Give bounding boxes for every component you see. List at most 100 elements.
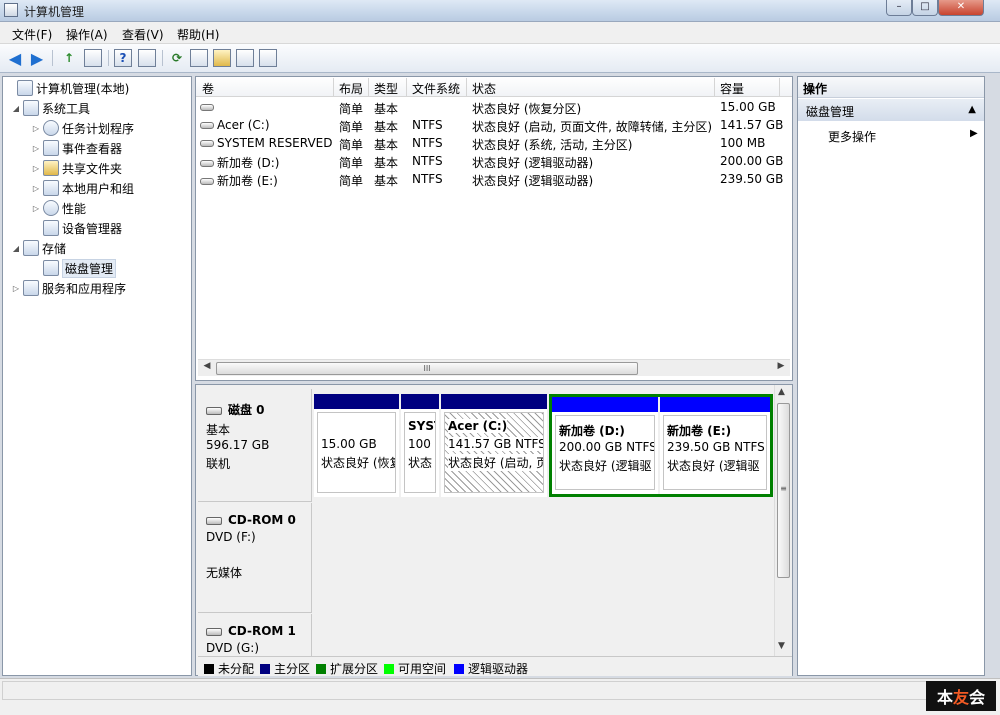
volume-row[interactable]: SYSTEM RESERVED 简单 基本 NTFS 状态良好 (系统, 活动,… xyxy=(196,134,792,152)
navigation-tree: 计算机管理(本地) ◢ 系统工具 ▷ 任务计划程序 ▷ 事件查看器 ▷ 共享文件夹 ▷ 本… xyxy=(2,76,192,676)
partition-c-drive[interactable]: Acer (C:) 141.57 GB NTFS 状态良好 (启动, 页 xyxy=(441,394,547,497)
scroll-thumb[interactable]: ≡ xyxy=(777,403,790,578)
submenu-arrow-icon: ▶ xyxy=(970,128,978,139)
more-actions[interactable]: 更多操作 ▶ xyxy=(828,128,978,145)
drive-icon xyxy=(200,160,214,167)
disk-0-label[interactable]: 磁盘 0 基本 596.17 GB 联机 xyxy=(198,389,312,502)
scroll-down-icon[interactable]: ▼ xyxy=(778,641,785,651)
storage-icon xyxy=(23,240,39,256)
tree-item-system-tools[interactable]: ◢ 系统工具 xyxy=(11,99,90,117)
menu-help[interactable]: 帮助(H) xyxy=(177,26,219,43)
computer-icon xyxy=(17,80,33,96)
search-icon[interactable] xyxy=(236,49,254,67)
forward-icon[interactable]: ▶ xyxy=(28,49,46,68)
show-hide-tree-icon[interactable] xyxy=(84,49,102,67)
show-hide-action-pane-icon[interactable] xyxy=(138,49,156,67)
volume-row[interactable]: 新加卷 (E:) 简单 基本 NTFS 状态良好 (逻辑驱动器) 239.50 … xyxy=(196,170,792,188)
menu-bar: 文件(F) 操作(A) 查看(V) 帮助(H) xyxy=(0,22,1000,44)
volume-list: 卷 布局 类型 文件系统 状态 容量 简单 基本 状态良好 (恢复分区) 15.… xyxy=(195,76,793,381)
column-type[interactable]: 类型 xyxy=(374,80,398,97)
back-icon[interactable]: ◀ xyxy=(6,49,24,68)
status-bar-cell xyxy=(2,681,987,700)
volume-row[interactable]: 新加卷 (D:) 简单 基本 NTFS 状态良好 (逻辑驱动器) 200.00 … xyxy=(196,152,792,170)
volume-row[interactable]: Acer (C:) 简单 基本 NTFS 状态良好 (启动, 页面文件, 故障转… xyxy=(196,116,792,134)
close-button[interactable]: ✕ xyxy=(938,0,984,16)
toolbar: ◀ ▶ ↑ ? ⟳ xyxy=(0,44,1000,73)
properties-icon[interactable] xyxy=(190,49,208,67)
tools-icon xyxy=(23,100,39,116)
tree-item-services-applications[interactable]: ▷ 服务和应用程序 xyxy=(11,279,126,297)
partition-d-drive[interactable]: 新加卷 (D:) 200.00 GB NTFS 状态良好 (逻辑驱 xyxy=(552,397,658,494)
cdrom-0-label[interactable]: CD-ROM 0 DVD (F:) 无媒体 xyxy=(198,503,312,613)
cdrom-1-label[interactable]: CD-ROM 1 DVD (G:) xyxy=(198,614,312,656)
tree-item-event-viewer[interactable]: ▷ 事件查看器 xyxy=(31,139,122,157)
legend-primary: 主分区 xyxy=(260,660,310,677)
scroll-thumb[interactable]: III xyxy=(216,362,638,375)
shared-folder-icon xyxy=(43,160,59,176)
hard-disk-icon xyxy=(206,406,222,415)
legend-extended: 扩展分区 xyxy=(316,660,378,677)
window-title: 计算机管理 xyxy=(24,5,85,19)
status-bar xyxy=(0,678,1000,715)
cdrom-icon xyxy=(206,627,222,636)
column-volume[interactable]: 卷 xyxy=(202,80,214,97)
disk-map-vertical-scrollbar[interactable]: ▲ ≡ ▼ xyxy=(774,385,792,657)
actions-header: 操作 xyxy=(798,77,984,98)
partition-e-drive[interactable]: 新加卷 (E:) 239.50 GB NTFS 状态良好 (逻辑驱 xyxy=(660,397,770,494)
menu-view[interactable]: 查看(V) xyxy=(122,26,164,43)
column-layout[interactable]: 布局 xyxy=(339,80,363,97)
volume-row[interactable]: 简单 基本 状态良好 (恢复分区) 15.00 GB xyxy=(196,98,792,116)
disk-0-partitions: 15.00 GB 状态良好 (恢复 SYST 100 状态 Acer (C:) … xyxy=(314,394,774,497)
tree-item-shared-folders[interactable]: ▷ 共享文件夹 xyxy=(31,159,122,177)
partition-system-reserved[interactable]: SYST 100 状态 xyxy=(401,394,439,497)
tree-item-task-scheduler[interactable]: ▷ 任务计划程序 xyxy=(31,119,134,137)
column-capacity[interactable]: 容量 xyxy=(720,80,744,97)
extended-partition: 新加卷 (D:) 200.00 GB NTFS 状态良好 (逻辑驱 新加卷 (E… xyxy=(549,394,773,497)
disk-management-icon xyxy=(43,260,59,276)
clock-icon xyxy=(43,120,59,136)
legend-logical-drive: 逻辑驱动器 xyxy=(454,660,528,677)
disk-properties-icon[interactable] xyxy=(259,49,277,67)
minimize-button[interactable]: – xyxy=(886,0,912,16)
scroll-left-icon[interactable]: ◀ xyxy=(200,361,214,371)
column-status[interactable]: 状态 xyxy=(472,80,496,97)
computer-management-icon xyxy=(4,3,18,17)
menu-action[interactable]: 操作(A) xyxy=(66,26,108,43)
open-folder-icon[interactable] xyxy=(213,49,231,67)
refresh-icon[interactable]: ⟳ xyxy=(168,49,186,67)
scroll-up-icon[interactable]: ▲ xyxy=(778,387,785,397)
help-icon[interactable]: ? xyxy=(114,49,132,67)
event-viewer-icon xyxy=(43,140,59,156)
disk-map: 磁盘 0 基本 596.17 GB 联机 15.00 GB 状态良好 (恢复 S… xyxy=(195,384,793,676)
legend-free-space: 可用空间 xyxy=(384,660,446,677)
scroll-right-icon[interactable]: ▶ xyxy=(774,361,788,371)
drive-icon xyxy=(200,178,214,185)
column-filesystem[interactable]: 文件系统 xyxy=(412,80,460,97)
site-watermark-logo: 本友会 xyxy=(926,681,996,711)
up-level-icon[interactable]: ↑ xyxy=(60,49,78,67)
performance-icon xyxy=(43,200,59,216)
drive-icon xyxy=(200,104,214,111)
cdrom-icon xyxy=(206,516,222,525)
volume-list-header: 卷 布局 类型 文件系统 状态 容量 xyxy=(196,77,792,97)
services-icon xyxy=(23,280,39,296)
tree-item-performance[interactable]: ▷ 性能 xyxy=(31,199,86,217)
collapse-icon[interactable]: ▲ xyxy=(968,104,976,115)
legend-unallocated: 未分配 xyxy=(204,660,254,677)
volume-list-horizontal-scrollbar[interactable]: ◀ III ▶ xyxy=(198,359,790,376)
actions-section-disk-management[interactable]: 磁盘管理 ▲ xyxy=(798,99,984,121)
maximize-button[interactable]: □ xyxy=(912,0,938,16)
tree-item-local-users-groups[interactable]: ▷ 本地用户和组 xyxy=(31,179,134,197)
drive-icon xyxy=(200,122,214,129)
users-icon xyxy=(43,180,59,196)
tree-item-disk-management[interactable]: 磁盘管理 xyxy=(31,258,117,278)
partition-recovery[interactable]: 15.00 GB 状态良好 (恢复 xyxy=(314,394,399,497)
tree-item-device-manager[interactable]: 设备管理器 xyxy=(31,219,122,237)
actions-pane: 操作 磁盘管理 ▲ 更多操作 ▶ xyxy=(797,76,985,676)
partition-legend: 未分配 主分区 扩展分区 可用空间 逻辑驱动器 xyxy=(198,656,792,676)
tree-item-storage[interactable]: ◢ 存储 xyxy=(11,239,66,257)
menu-file[interactable]: 文件(F) xyxy=(12,26,52,43)
drive-icon xyxy=(200,140,214,147)
tree-item-computer-management[interactable]: 计算机管理(本地) xyxy=(5,79,129,97)
title-bar: 计算机管理 – □ ✕ xyxy=(0,0,1000,22)
